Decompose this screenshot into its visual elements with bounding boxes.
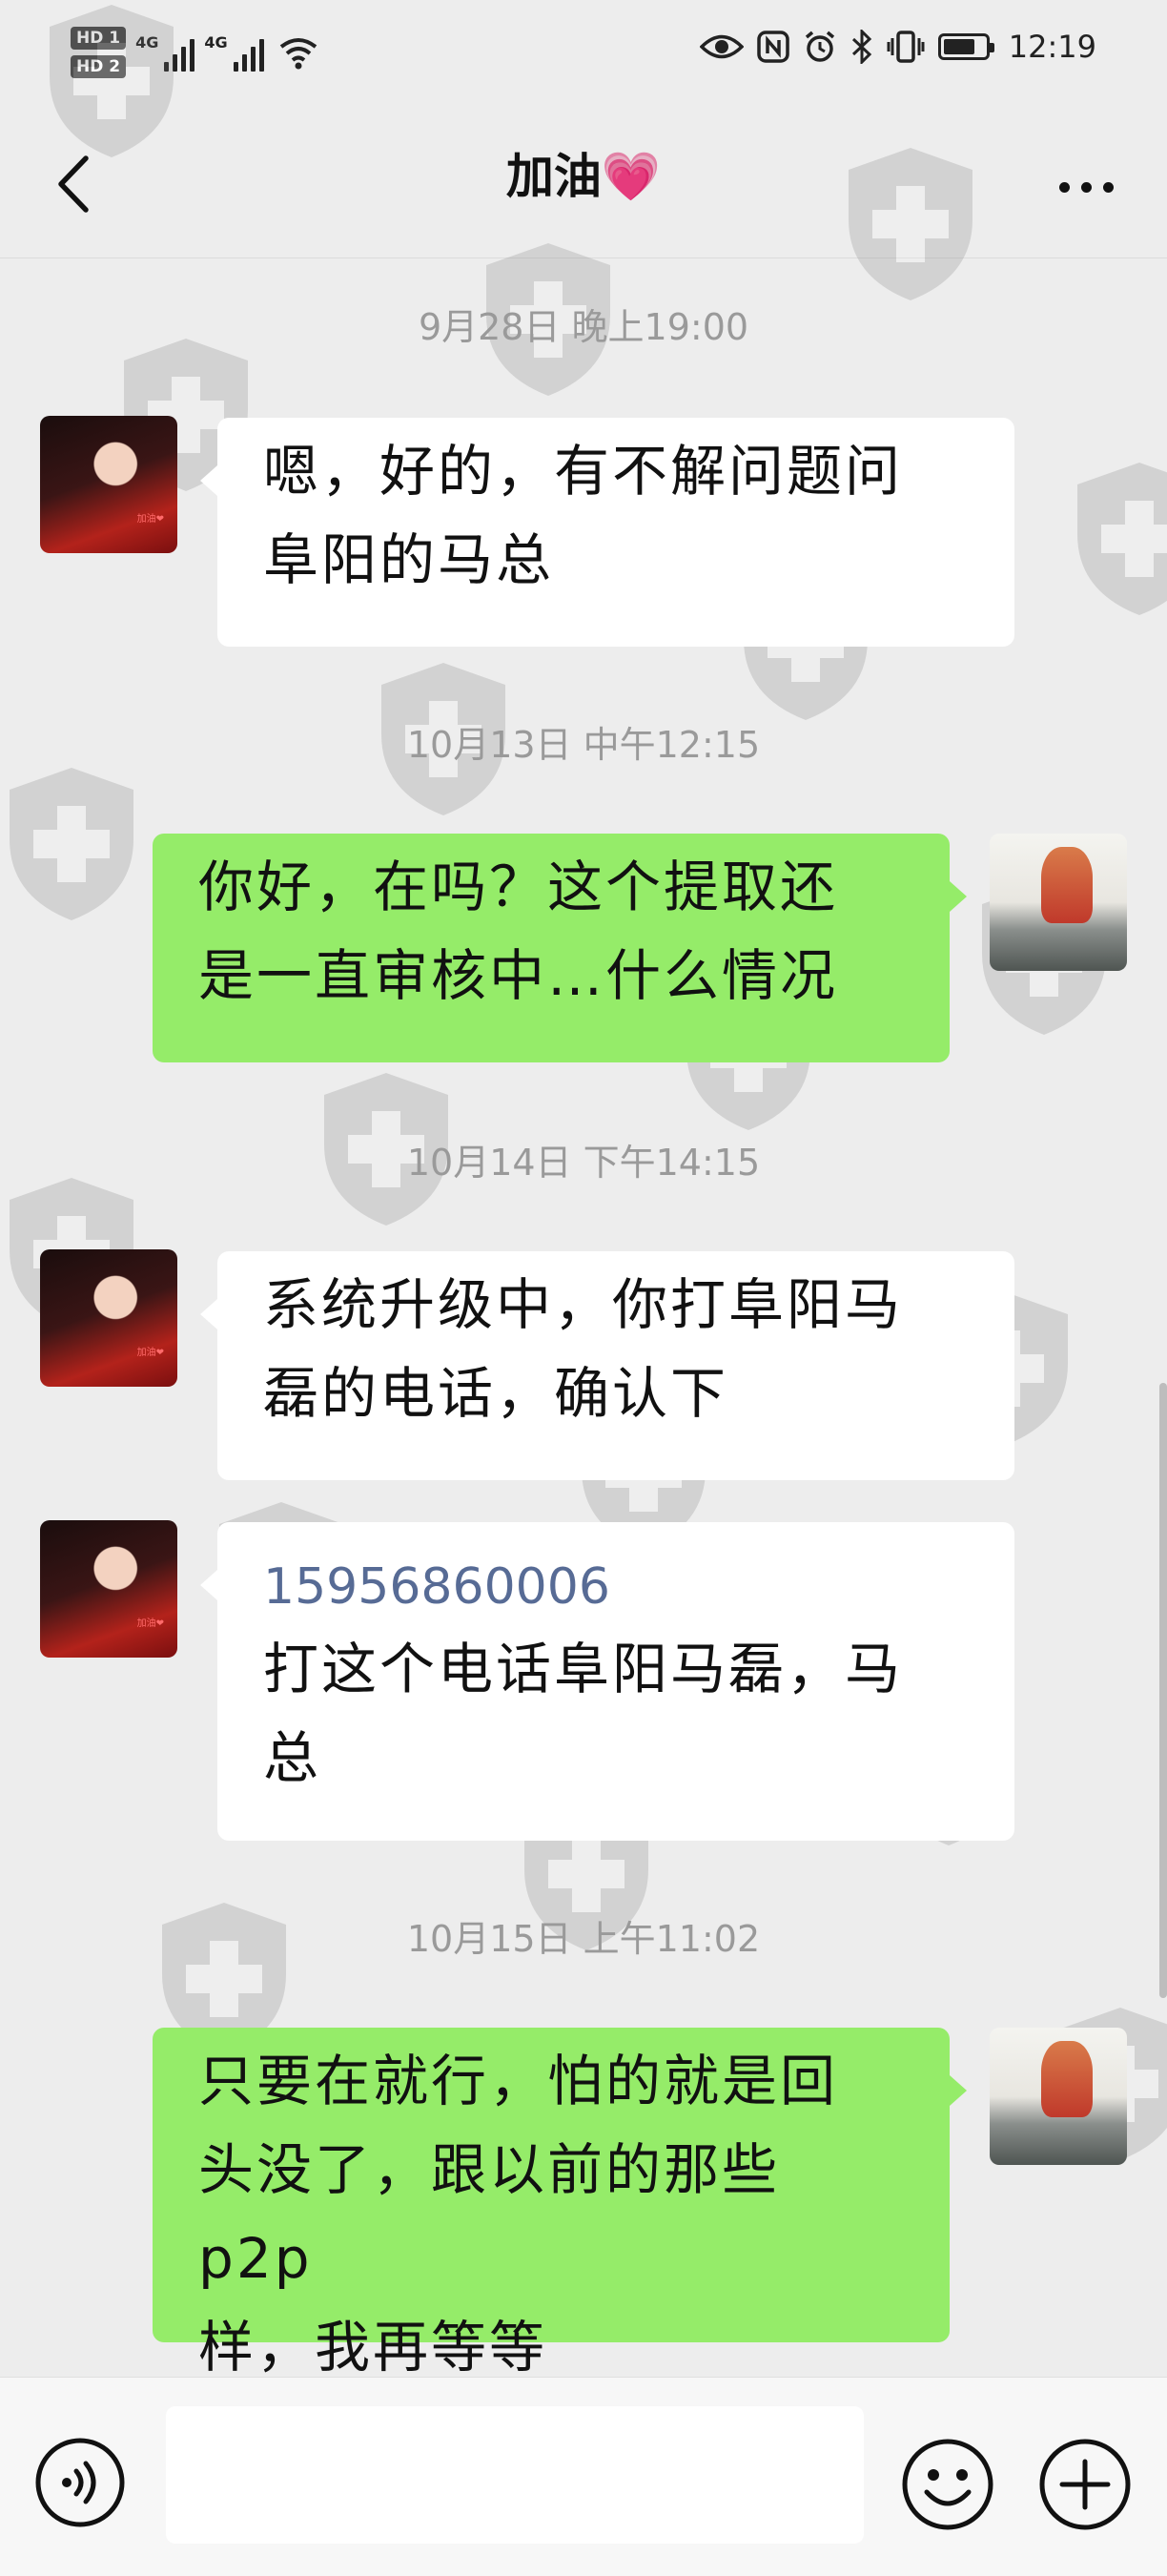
- message-bubble-outgoing[interactable]: 只要在就行，怕的就是回 头没了，跟以前的那些 p2p 样，我再等等: [153, 2028, 967, 2380]
- timestamp: 10月15日 上午11:02: [406, 1918, 761, 1960]
- timestamp: 9月28日 晚上19:00: [418, 306, 749, 348]
- message-input[interactable]: [166, 2406, 864, 2544]
- clock: 12:19: [1008, 29, 1096, 65]
- contact-avatar[interactable]: 加油❤: [40, 1520, 177, 1658]
- alarm-icon: [805, 31, 834, 62]
- input-bar: [0, 2377, 1167, 2576]
- eye-icon: [699, 34, 744, 59]
- chat-header: 加油💗: [0, 114, 1167, 258]
- emoji-icon[interactable]: [900, 2437, 995, 2532]
- wifi-icon: [279, 38, 317, 70]
- message-bubble-outgoing[interactable]: 你好，在吗？这个提取还 是一直审核中…什么情况: [153, 834, 967, 1062]
- hd1-badge: HD 1: [71, 27, 127, 50]
- status-bar: HD 1 HD 2 4G 4G 12:19: [0, 0, 1167, 114]
- watermark-shield-icon: [1068, 458, 1167, 620]
- message-bubble-incoming[interactable]: 系统升级中，你打阜阳马 磊的电话，确认下: [200, 1251, 1014, 1480]
- message-bubble-incoming[interactable]: 15956860006 打这个电话阜阳马磊，马 总: [200, 1522, 1014, 1841]
- my-avatar[interactable]: [990, 834, 1127, 971]
- phone-number-link[interactable]: 15956860006: [263, 1549, 969, 1625]
- bluetooth-icon: [851, 30, 871, 64]
- more-icon[interactable]: [1043, 149, 1129, 225]
- timestamp: 10月14日 下午14:15: [406, 1142, 761, 1184]
- battery-icon: [937, 33, 994, 60]
- contact-avatar[interactable]: 加油❤: [40, 416, 177, 553]
- vibrate-icon: [887, 31, 925, 63]
- contact-avatar[interactable]: 加油❤: [40, 1249, 177, 1387]
- status-left: HD 1 HD 2 4G 4G: [71, 27, 319, 78]
- timestamp: 10月13日 中午12:15: [406, 724, 761, 766]
- scrollbar[interactable]: [1159, 1383, 1167, 1998]
- plus-icon[interactable]: [1037, 2437, 1133, 2532]
- watermark-shield-icon: [0, 763, 143, 925]
- signal-1-icon: 4G: [135, 33, 195, 72]
- chat-title: 加油💗: [505, 149, 662, 204]
- heart-icon: 💗: [601, 149, 662, 204]
- nfc-icon: [757, 31, 789, 63]
- status-right: 12:19: [699, 29, 1096, 65]
- hd2-badge: HD 2: [71, 55, 127, 78]
- voice-icon[interactable]: [34, 2437, 126, 2528]
- message-bubble-incoming[interactable]: 嗯，好的，有不解问题问 阜阳的马总: [200, 418, 1014, 647]
- my-avatar[interactable]: [990, 2028, 1127, 2165]
- signal-2-icon: 4G: [204, 33, 264, 72]
